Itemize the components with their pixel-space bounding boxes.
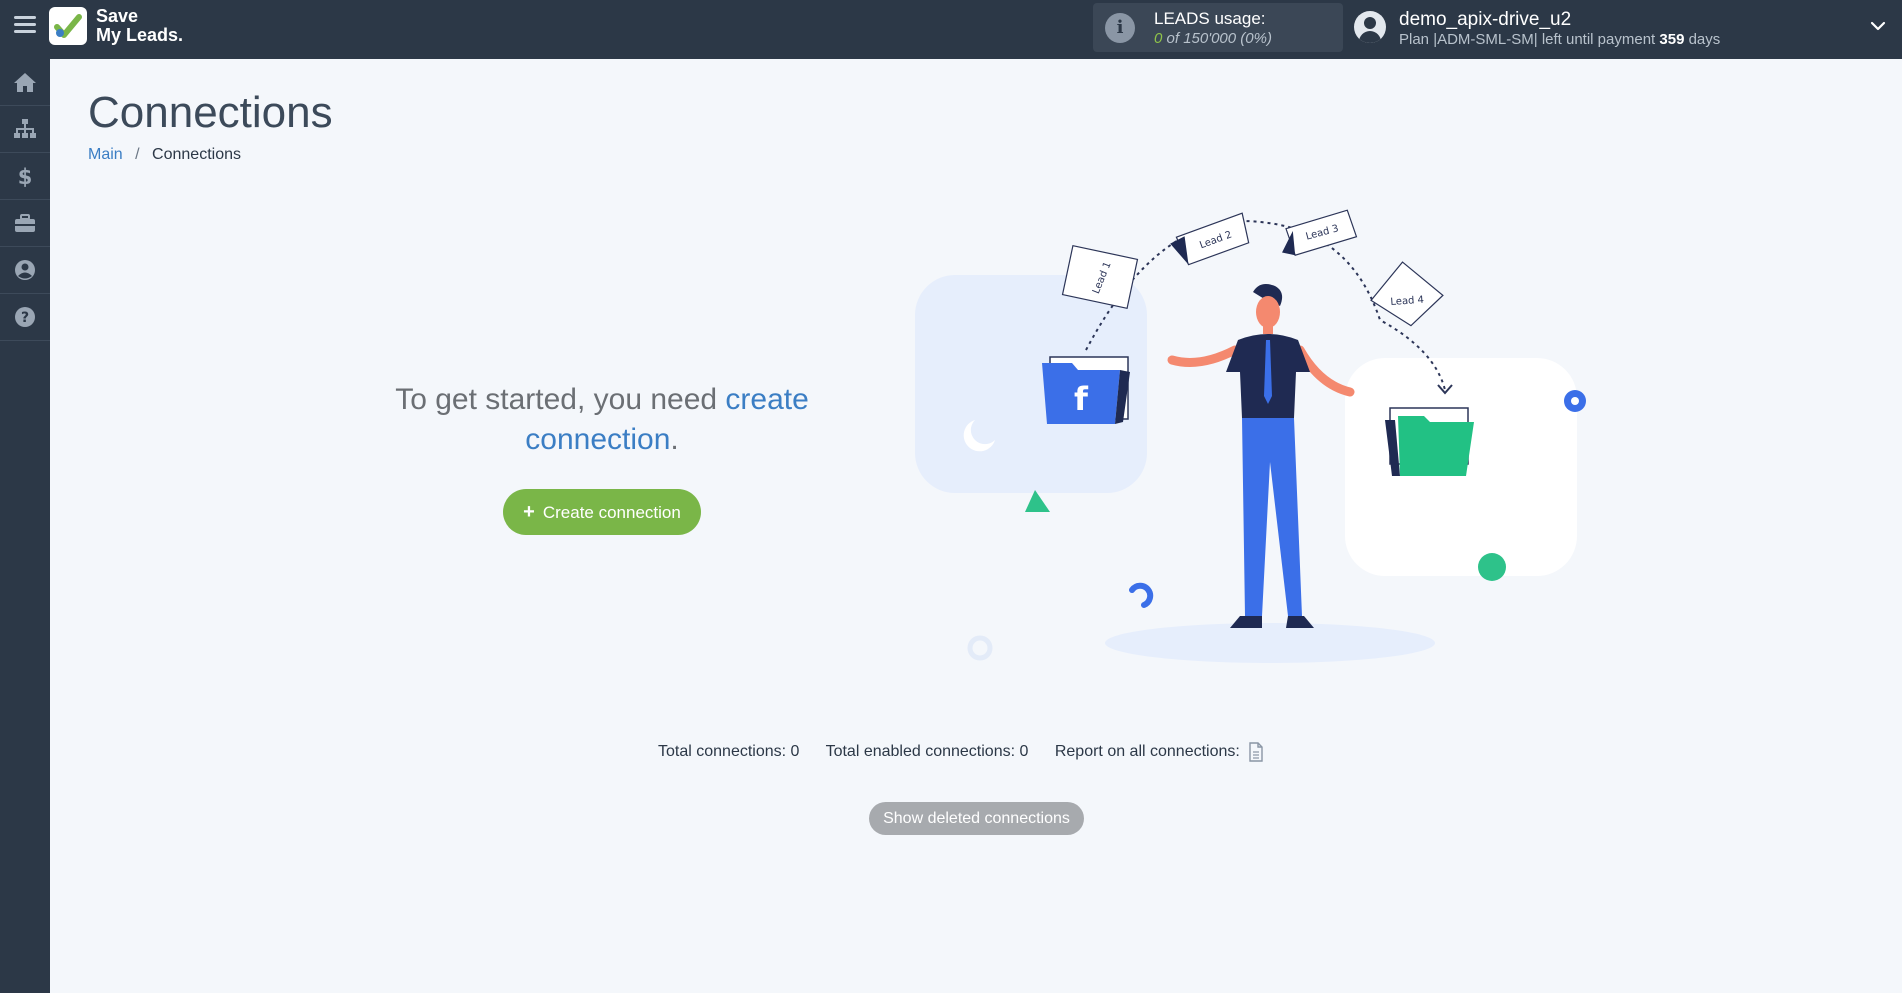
leads-percent: (0%)	[1240, 30, 1272, 47]
total-enabled-connections: Total enabled connections: 0	[825, 743, 1029, 761]
chevron-down-icon[interactable]	[1870, 18, 1886, 34]
green-folder-icon	[1385, 407, 1474, 476]
prompt-end: .	[670, 423, 679, 456]
home-icon	[14, 73, 36, 92]
username[interactable]: demo_apix-drive_u2	[1399, 9, 1571, 31]
lead-2-paper: Lead 2	[1170, 212, 1250, 266]
plus-icon: +	[523, 501, 535, 523]
svg-text:f: f	[1074, 380, 1089, 418]
leads-usage-value: 0 of 150'000 (0%)	[1154, 30, 1272, 47]
connection-illustration: f Lead 1 Lead 2 Lead 3 Lead 4	[915, 209, 1586, 663]
brand-line-1: Save	[96, 6, 139, 26]
breadcrumb-current: Connections	[152, 146, 241, 163]
sidebar-item-connections[interactable]	[0, 106, 50, 153]
breadcrumb-separator: /	[135, 146, 140, 163]
connection-stats: Total connections: 0 Total enabled conne…	[658, 742, 1264, 762]
plan-days: 359	[1659, 31, 1685, 48]
dollar-icon: $	[18, 165, 33, 187]
show-deleted-connections-button[interactable]: Show deleted connections	[869, 802, 1084, 835]
brand-line-2: My Leads.	[96, 25, 184, 45]
create-connection-label: Create connection	[542, 503, 681, 522]
logo[interactable]	[49, 7, 87, 45]
floor-shadow	[1105, 623, 1435, 663]
get-started-prompt: To get started, you need create connecti…	[380, 380, 824, 460]
info-icon: i	[1105, 13, 1135, 43]
breadcrumb-main-link[interactable]: Main	[88, 146, 123, 163]
arc-decoration	[1129, 582, 1154, 608]
plan-info: Plan |ADM-SML-SM| left until payment 359…	[1399, 31, 1720, 48]
page-title: Connections	[88, 88, 333, 137]
svg-text:$: $	[18, 165, 33, 187]
question-circle-icon: ?	[15, 307, 35, 327]
green-dot-decoration	[1478, 553, 1506, 581]
plan-prefix: Plan |ADM-SML-SM| left until payment	[1399, 31, 1656, 48]
sidebar-item-profile[interactable]	[0, 247, 50, 294]
brand-name: Save My Leads.	[96, 7, 183, 45]
checkmark-logo-icon	[54, 14, 82, 38]
breadcrumb: Main / Connections	[88, 146, 241, 164]
person-figure	[1167, 284, 1355, 628]
sitemap-icon	[14, 119, 36, 138]
svg-text:?: ?	[21, 310, 29, 326]
briefcase-icon	[15, 214, 35, 232]
ring-decoration	[967, 635, 993, 661]
prompt-text: To get started, you need	[395, 383, 718, 416]
sidebar-item-services[interactable]	[0, 200, 50, 247]
avatar[interactable]	[1354, 11, 1386, 43]
plan-suffix: days	[1688, 31, 1721, 48]
sidebar-item-billing[interactable]: $	[0, 153, 50, 200]
create-connection-button[interactable]: + Create connection	[503, 489, 701, 535]
leads-usage-label: LEADS usage:	[1154, 9, 1266, 28]
top-bar: Save My Leads. i LEADS usage: 0 of 150'0…	[0, 0, 1902, 59]
hamburger-icon[interactable]	[14, 16, 36, 36]
report-label: Report on all connections:	[1054, 743, 1240, 761]
leads-used: 0	[1154, 30, 1163, 47]
leads-total: 150'000	[1183, 30, 1237, 47]
lead-3-paper: Lead 3	[1282, 209, 1358, 256]
sidebar-item-help[interactable]: ?	[0, 294, 50, 341]
triangle-decoration	[1025, 490, 1050, 512]
leads-usage-panel: i LEADS usage: 0 of 150'000 (0%)	[1093, 3, 1343, 52]
facebook-folder-icon: f	[1042, 356, 1130, 424]
total-connections: Total connections: 0	[658, 743, 800, 761]
sidebar: $ ?	[0, 59, 50, 993]
user-circle-icon	[15, 260, 35, 280]
lead-4-label: Lead 4	[1390, 295, 1424, 308]
document-icon[interactable]	[1248, 742, 1264, 762]
leads-of: of	[1166, 30, 1180, 47]
sidebar-item-home[interactable]	[0, 59, 50, 106]
